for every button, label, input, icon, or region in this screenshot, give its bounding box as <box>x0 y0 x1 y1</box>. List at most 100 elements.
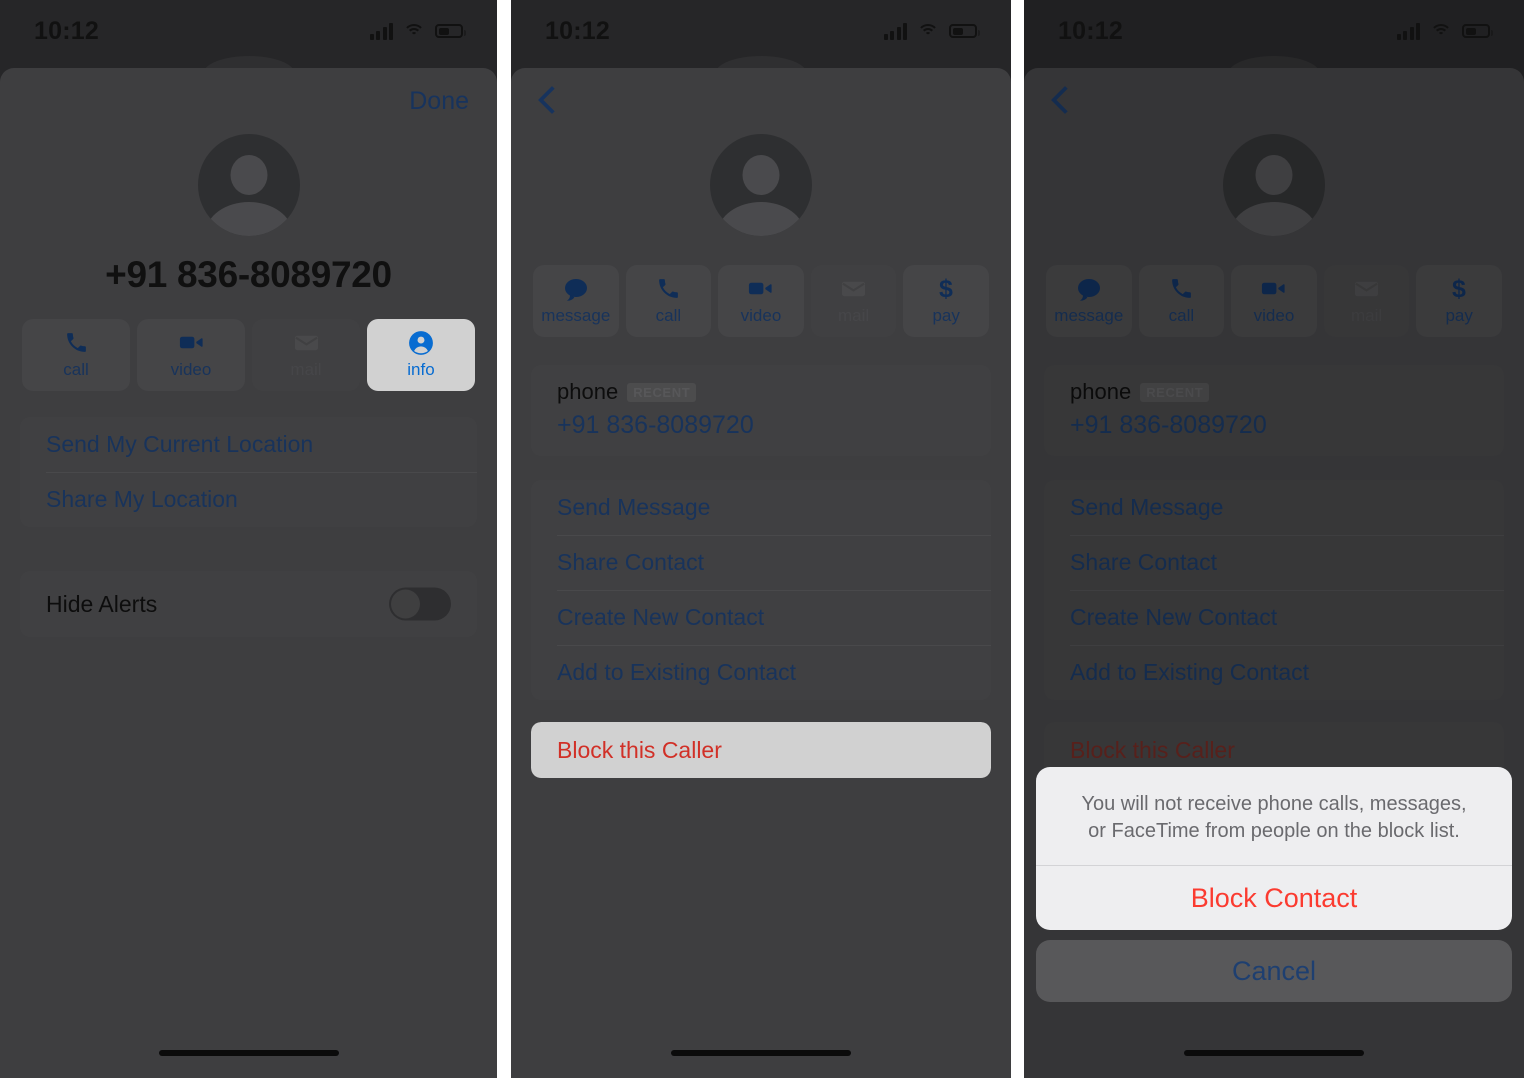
card-header <box>1024 68 1524 134</box>
list-item-label: Share Contact <box>1070 549 1218 575</box>
list-item-add-to-existing-contact[interactable]: Add to Existing Contact <box>531 645 991 700</box>
list-item-create-new-contact[interactable]: Create New Contact <box>1044 590 1504 645</box>
phone-label: phone <box>557 379 619 404</box>
tile-message[interactable]: message <box>533 265 619 337</box>
wifi-icon <box>917 23 939 40</box>
tile-mail: mail <box>252 319 360 391</box>
list-item-label: Send Message <box>1070 494 1224 520</box>
mail-icon <box>1353 277 1380 301</box>
list-item-send-message[interactable]: Send Message <box>531 480 991 535</box>
person-placeholder-icon <box>710 134 812 236</box>
list-item-label: Send Message <box>557 494 711 520</box>
list-item-send-message[interactable]: Send Message <box>1044 480 1504 535</box>
location-group: Send My Current Location Share My Locati… <box>20 417 477 527</box>
home-indicator <box>671 1050 851 1056</box>
phone-detail-row[interactable]: phone RECENT +91 836-8089720 <box>1044 365 1504 456</box>
avatar-container <box>1024 134 1524 236</box>
panel-contact-details: 10:12 Done +91 836-8089720 call video ma… <box>0 0 497 1078</box>
list-item-label: Add to Existing Contact <box>1070 659 1310 685</box>
tile-message[interactable]: message <box>1046 265 1132 337</box>
list-item-label: Create New Contact <box>1070 604 1278 630</box>
tile-video[interactable]: video <box>1231 265 1317 337</box>
avatar-container <box>511 134 1011 236</box>
tile-label: info <box>407 359 435 379</box>
status-bar: 10:12 <box>511 0 1011 62</box>
avatar-head <box>230 155 267 195</box>
avatar-head <box>742 155 780 195</box>
list-item-label: Create New Contact <box>557 604 765 630</box>
svg-text:$: $ <box>1452 275 1466 302</box>
tile-label: call <box>63 359 89 379</box>
list-item-label: Add to Existing Contact <box>557 659 797 685</box>
tile-label: pay <box>1445 305 1473 325</box>
tile-video[interactable]: video <box>137 319 245 391</box>
tile-mail: mail <box>810 265 897 337</box>
done-button[interactable]: Done <box>409 87 469 116</box>
cellular-bars-icon <box>883 22 907 40</box>
tile-label: mail <box>290 359 322 379</box>
tile-pay[interactable]: $ pay <box>903 265 989 337</box>
page-title: +91 836-8089720 <box>105 254 392 295</box>
message-bubble-icon <box>563 277 589 301</box>
list-item-share-contact[interactable]: Share Contact <box>1044 535 1504 590</box>
cancel-button[interactable]: Cancel <box>1036 940 1512 1002</box>
phone-group: phone RECENT +91 836-8089720 <box>531 365 991 456</box>
list-item-label: Share Contact <box>557 549 705 575</box>
person-placeholder-icon <box>1223 134 1325 236</box>
block-this-caller-button[interactable]: Block this Caller <box>531 722 991 778</box>
avatar-body <box>718 202 804 236</box>
card-header <box>511 68 1011 134</box>
phone-value: +91 836-8089720 <box>557 411 754 439</box>
message-bubble-icon <box>1076 277 1102 301</box>
chevron-left-icon[interactable] <box>539 86 556 116</box>
list-item-label: Share My Location <box>46 486 238 512</box>
avatar-container <box>0 134 497 236</box>
cellular-bars-icon <box>1396 22 1420 40</box>
tile-call[interactable]: call <box>22 319 130 391</box>
panel-gap <box>497 0 511 1078</box>
video-icon <box>747 277 774 301</box>
status-indicators <box>883 22 980 40</box>
phone-group: phone RECENT +91 836-8089720 <box>1044 365 1504 456</box>
phone-icon <box>64 331 89 355</box>
list-item-create-new-contact[interactable]: Create New Contact <box>531 590 991 645</box>
list-item-hide-alerts[interactable]: Hide Alerts <box>20 571 477 637</box>
hide-alerts-label: Hide Alerts <box>46 590 158 617</box>
list-item-send-current-location[interactable]: Send My Current Location <box>20 417 477 472</box>
details-card: message call video mail $ pay phone RECE… <box>511 68 1011 1078</box>
tile-video[interactable]: video <box>718 265 804 337</box>
chevron-left-icon[interactable] <box>1052 86 1069 116</box>
mail-icon <box>293 331 320 355</box>
contact-actions-group: Send Message Share Contact Create New Co… <box>1044 480 1504 700</box>
action-tiles: call video mail info <box>0 319 497 391</box>
block-contact-button[interactable]: Block Contact <box>1036 866 1512 930</box>
status-time: 10:12 <box>545 16 610 45</box>
tile-label: call <box>1168 305 1195 325</box>
tile-label: mail <box>1350 305 1383 325</box>
video-icon <box>178 331 205 355</box>
list-item-add-to-existing-contact[interactable]: Add to Existing Contact <box>1044 645 1504 700</box>
tile-label: video <box>740 305 782 325</box>
tile-label: video <box>1253 305 1295 325</box>
wifi-icon <box>1430 23 1452 40</box>
cellular-bars-icon <box>369 22 393 40</box>
tile-pay[interactable]: $ pay <box>1416 265 1502 337</box>
panel-contact-card: 10:12 message call video mail $ pay phon… <box>511 0 1011 1078</box>
battery-icon <box>1462 24 1493 38</box>
phone-icon <box>1169 277 1194 301</box>
list-item-share-contact[interactable]: Share Contact <box>531 535 991 590</box>
tile-call[interactable]: call <box>1138 265 1225 337</box>
block-action-sheet: You will not receive phone calls, messag… <box>1036 767 1512 1002</box>
hide-alerts-toggle[interactable] <box>389 587 451 621</box>
block-caller-group: Block this Caller <box>531 722 991 778</box>
list-item-share-my-location[interactable]: Share My Location <box>20 472 477 527</box>
status-bar: 10:12 <box>1024 0 1524 62</box>
tile-label: mail <box>837 305 870 325</box>
phone-detail-row[interactable]: phone RECENT +91 836-8089720 <box>531 365 991 456</box>
avatar-body <box>1231 202 1317 236</box>
tile-info[interactable]: info <box>367 319 475 391</box>
status-time: 10:12 <box>34 16 99 45</box>
avatar-body <box>205 202 292 236</box>
svg-text:$: $ <box>939 275 953 302</box>
tile-call[interactable]: call <box>625 265 712 337</box>
